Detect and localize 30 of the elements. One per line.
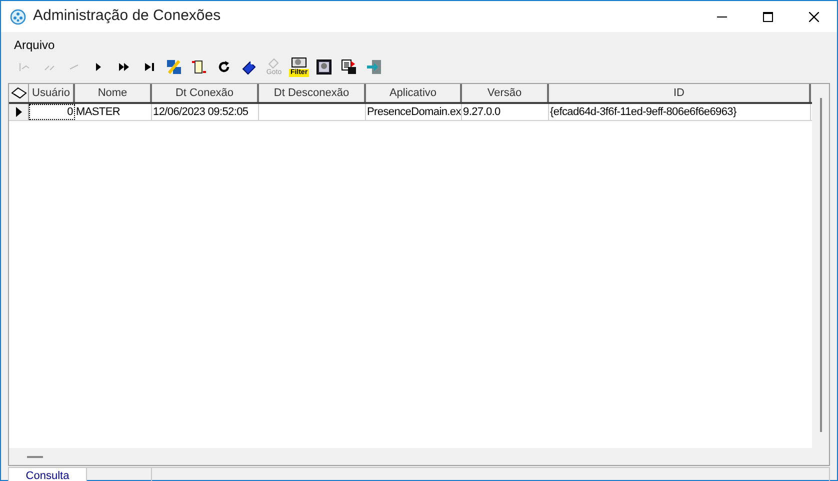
column-header[interactable]: Dt Desconexão <box>259 84 366 102</box>
door-icon <box>366 59 382 75</box>
close-icon <box>809 12 819 22</box>
minimize-icon <box>717 16 727 18</box>
column-header[interactable]: Usuário <box>29 84 75 102</box>
app-icon <box>10 8 26 24</box>
table-cell: 12/06/2023 09:52:05 <box>152 104 259 120</box>
tag-icon <box>241 59 257 75</box>
table-cell: {efcad64d-3f6f-11ed-9eff-806e6f6e6963} <box>549 104 811 120</box>
monitor-icon <box>316 59 332 75</box>
column-header[interactable]: Versão <box>462 84 549 102</box>
table-cell: 9.27.0.0 <box>462 104 549 120</box>
horizontal-scroll-thumb[interactable] <box>27 456 43 458</box>
filter-icon <box>291 57 307 69</box>
maximize-icon <box>763 12 773 22</box>
column-header[interactable]: Nome <box>75 84 152 102</box>
table-cell: MASTER <box>75 104 152 120</box>
column-header[interactable]: Dt Conexão <box>152 84 259 102</box>
window-title: Administração de Conexões <box>33 6 221 26</box>
floppy-icon <box>341 59 357 75</box>
column-header[interactable]: ID <box>549 84 811 102</box>
document-arrows-icon <box>191 59 207 75</box>
menu-item[interactable]: Arquivo <box>13 36 56 54</box>
scroll-thumb[interactable] <box>820 98 822 432</box>
table-cell: PresenceDomain.ex <box>366 104 462 120</box>
column-header[interactable]: Aplicativo <box>366 84 462 102</box>
dash-icon <box>69 62 79 72</box>
status-tab[interactable]: Consulta <box>9 468 87 481</box>
refresh-icon <box>216 59 232 75</box>
table-cell: 0 <box>29 104 75 120</box>
